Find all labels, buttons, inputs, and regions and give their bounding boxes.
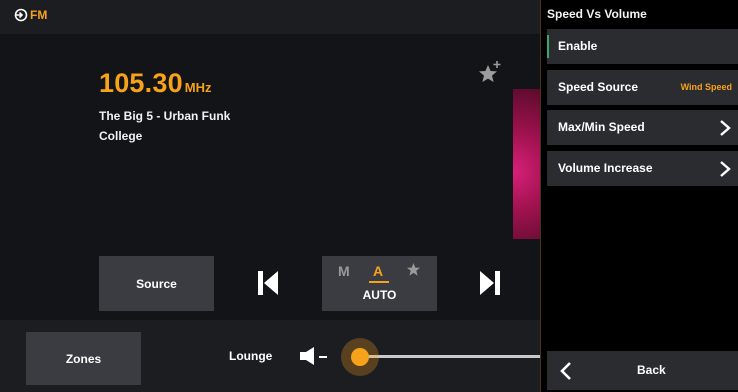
speed-source-label: Speed Source [558,80,639,94]
volume-increase-row[interactable]: Volume Increase [547,151,738,186]
tuning-mode-button[interactable]: M A AUTO [322,256,437,311]
chevron-right-icon [720,120,731,136]
enable-label: Enable [558,39,598,53]
volume-slider-track[interactable] [352,355,540,358]
frequency-display: 105.30 MHz [99,68,212,99]
mode-active-underline [369,281,389,283]
enable-indicator [547,35,549,58]
album-art [513,89,540,239]
max-min-speed-label: Max/Min Speed [558,120,645,134]
panel-title: Speed Vs Volume [547,7,647,21]
speaker-icon[interactable] [299,347,319,365]
back-label: Back [637,363,666,377]
speed-volume-panel: Speed Vs Volume Enable Speed Source Wind… [541,0,738,392]
chevron-left-icon [560,362,571,380]
zone-name: Lounge [229,349,273,363]
band-label: FM [30,8,48,22]
top-bar: FM [0,0,540,34]
source-input-icon [14,8,28,22]
source-indicator[interactable]: FM [14,8,47,22]
mode-manual: M [338,263,350,279]
star-icon [407,263,420,276]
enable-row[interactable]: Enable [547,29,738,64]
star-add-icon[interactable] [478,59,504,85]
source-button[interactable]: Source [99,256,214,311]
skip-next-icon[interactable] [478,268,502,298]
max-min-speed-row[interactable]: Max/Min Speed [547,110,738,145]
skip-previous-icon[interactable] [256,268,280,298]
zones-button-label: Zones [65,351,102,366]
volume-increase-label: Volume Increase [558,161,653,175]
source-button-label: Source [136,276,177,291]
station-name: The Big 5 - Urban Funk College [99,109,231,143]
mode-label: AUTO [362,288,397,302]
frequency-unit: MHz [184,80,212,95]
volume-slider-handle[interactable] [351,348,369,366]
chevron-right-icon [720,161,731,177]
frequency-value: 105.30 [99,68,183,98]
zones-button[interactable]: Zones [26,332,141,385]
radio-screen: FM 105.30 MHz The Big 5 - Urban Funk Coll… [0,0,738,392]
volume-down-icon[interactable] [319,356,327,358]
back-button[interactable]: Back [547,351,738,390]
mode-auto-active: A [373,263,384,279]
speed-source-value: Wind Speed [680,82,732,92]
speed-source-row[interactable]: Speed Source Wind Speed [547,70,738,105]
